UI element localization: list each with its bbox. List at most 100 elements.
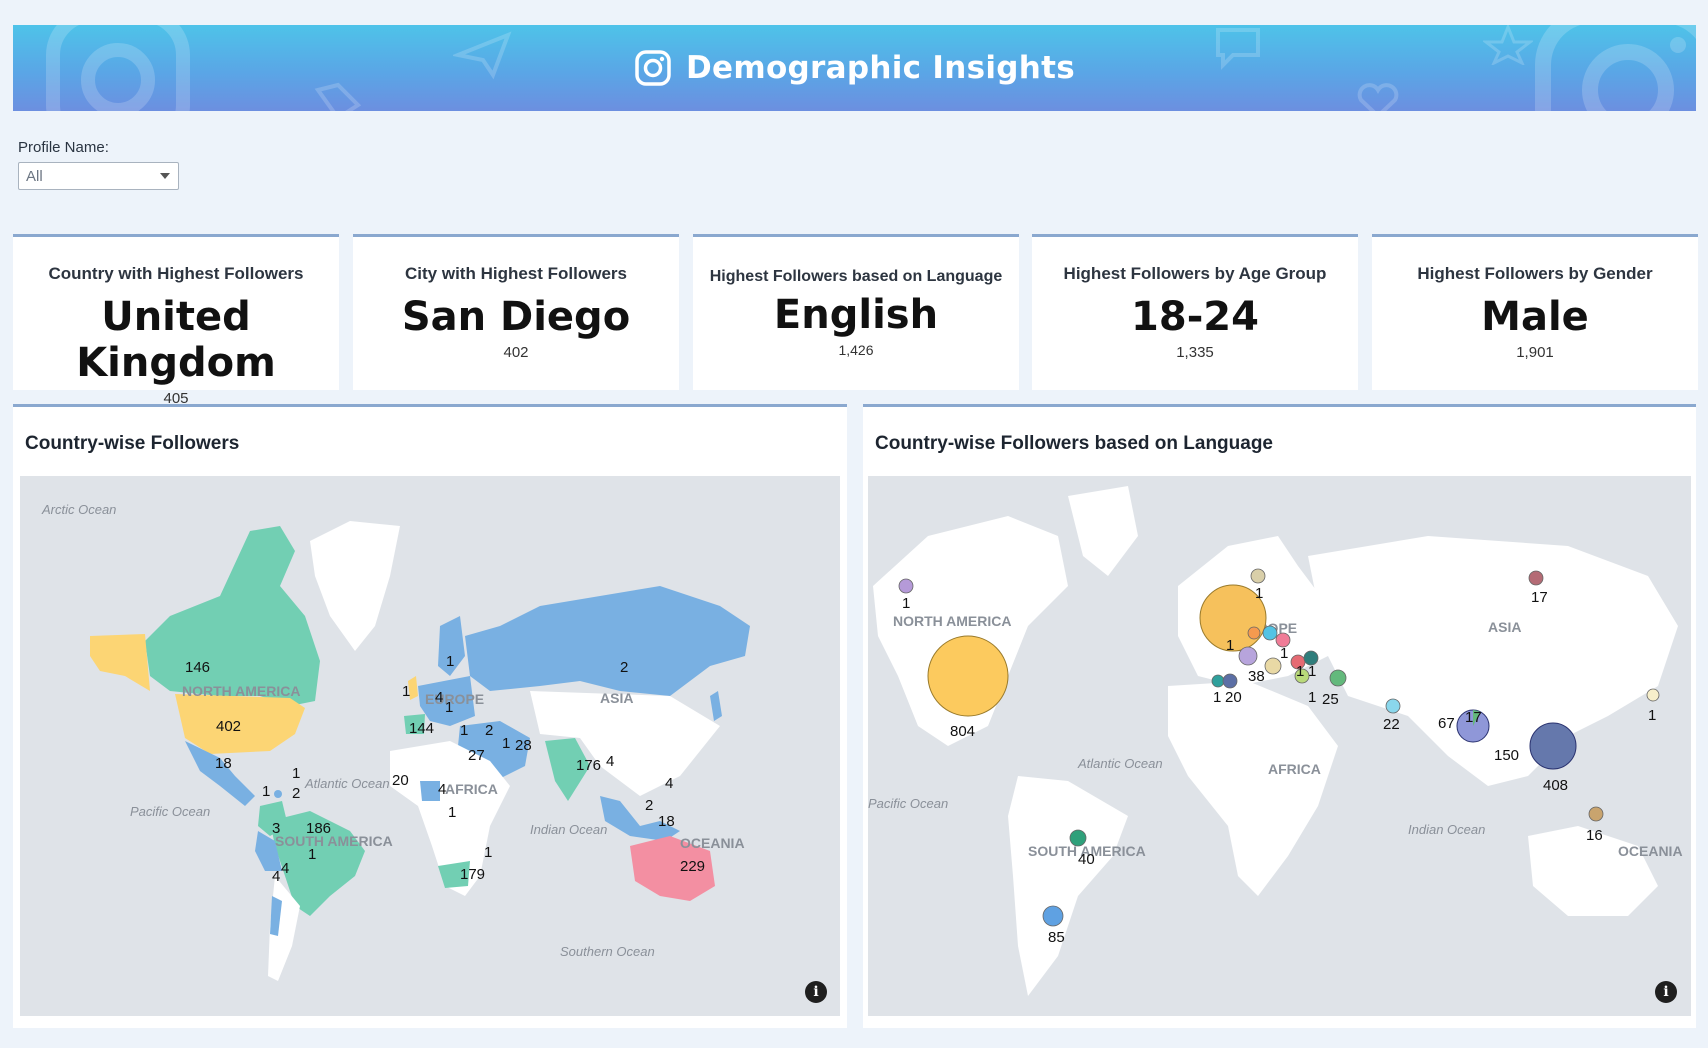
- ocean-label: Atlantic Ocean: [304, 776, 390, 791]
- map-value-label: 1: [902, 595, 910, 612]
- map-value-label: 1: [308, 846, 316, 863]
- language-bubble[interactable]: [1042, 905, 1064, 927]
- ocean-label: Indian Ocean: [1408, 822, 1485, 837]
- language-followers-map[interactable]: Atlantic Ocean Pacific Ocean Indian Ocea…: [868, 476, 1691, 1016]
- map-value-label: 20: [392, 772, 409, 789]
- language-bubble[interactable]: [1588, 806, 1604, 822]
- map-value-label: 4: [665, 775, 673, 792]
- map-value-label: 17: [1531, 589, 1548, 606]
- country-followers-map[interactable]: Arctic Ocean Pacific Ocean Atlantic Ocea…: [20, 476, 840, 1016]
- land-africa: [1168, 681, 1338, 896]
- map-value-label: 1: [1308, 689, 1316, 706]
- tag-decor-icon: [314, 82, 362, 111]
- language-bubble[interactable]: [1646, 688, 1660, 702]
- language-followers-panel: Country-wise Followers based on Language…: [863, 404, 1696, 1028]
- map-value-label: 229: [680, 858, 705, 875]
- continent-label: NORTH AMERICA: [182, 683, 300, 699]
- map-value-label: 38: [1248, 668, 1265, 685]
- kpi-card-language: Highest Followers based on Language Engl…: [693, 234, 1019, 390]
- map-value-label: 4: [438, 781, 446, 798]
- kpi-card-gender: Highest Followers by Gender Male 1,901: [1372, 234, 1698, 390]
- map-value-label: 144: [409, 720, 434, 737]
- map-value-label: 40: [1078, 851, 1095, 868]
- heart-decor-icon: [1357, 83, 1399, 111]
- map-value-label: 1: [1296, 663, 1304, 680]
- kpi-count: 402: [503, 344, 529, 361]
- map-value-label: 27: [468, 747, 485, 764]
- kpi-title: Country with Highest Followers: [48, 264, 304, 283]
- kpi-title: Highest Followers based on Language: [709, 268, 1003, 285]
- map-value-label: 67: [1438, 715, 1455, 732]
- map-value-label: 4: [435, 689, 443, 706]
- land-asia: [1308, 536, 1678, 786]
- language-bubble[interactable]: [1222, 673, 1238, 689]
- state-alaska: [90, 634, 150, 691]
- language-bubble[interactable]: [927, 635, 1009, 717]
- info-icon[interactable]: i: [805, 981, 827, 1003]
- profile-name-selected-value: All: [26, 167, 43, 185]
- header-title-group: Demographic Insights: [634, 49, 1075, 87]
- country-followers-panel: Country-wise Followers Arctic Ocean Paci…: [13, 404, 847, 1028]
- map-value-label: 1: [484, 844, 492, 861]
- ocean-label: Southern Ocean: [560, 944, 655, 959]
- profile-name-select[interactable]: All: [18, 162, 179, 190]
- panel-title: Country-wise Followers: [25, 433, 240, 454]
- info-icon[interactable]: i: [1655, 981, 1677, 1003]
- country-nigeria: [420, 781, 440, 801]
- map-value-label: 1: [292, 765, 300, 782]
- map-value-label: 408: [1543, 777, 1568, 794]
- continent-label: ASIA: [600, 690, 633, 706]
- kpi-card-city: City with Highest Followers San Diego 40…: [353, 234, 679, 390]
- land-south-america: [1008, 776, 1128, 996]
- continent-label: ASIA: [1488, 619, 1521, 635]
- language-bubble[interactable]: [1329, 669, 1347, 687]
- ocean-label: Indian Ocean: [530, 822, 607, 837]
- map-value-label: 2: [292, 785, 300, 802]
- map-value-label: 1: [1280, 645, 1288, 662]
- map-value-label: 4: [281, 860, 289, 877]
- language-bubble[interactable]: [1262, 625, 1278, 641]
- map-value-label: 179: [460, 866, 485, 883]
- map-value-label: 28: [515, 737, 532, 754]
- map-value-label: 1: [460, 722, 468, 739]
- star-decor-icon: [1483, 25, 1533, 65]
- language-bubble[interactable]: [1247, 626, 1261, 640]
- language-bubble[interactable]: [1238, 646, 1258, 666]
- chevron-down-icon[interactable]: [160, 173, 170, 179]
- map-value-label: 402: [216, 718, 241, 735]
- map-value-label: 22: [1383, 716, 1400, 733]
- map-value-label: 804: [950, 723, 975, 740]
- continent-label: EUROPE: [425, 691, 484, 707]
- language-bubble[interactable]: [1211, 674, 1225, 688]
- language-bubble[interactable]: [1528, 570, 1544, 586]
- ocean-label: Arctic Ocean: [41, 502, 116, 517]
- kpi-count: 1,901: [1516, 344, 1554, 361]
- language-bubble[interactable]: [1529, 722, 1577, 770]
- ocean-label: Pacific Ocean: [868, 796, 948, 811]
- map-value-label: 176: [576, 757, 601, 774]
- continent-label: OCEANIA: [680, 835, 745, 851]
- language-bubble[interactable]: [898, 578, 914, 594]
- map-value-label: 2: [620, 659, 628, 676]
- kpi-value: English: [773, 292, 939, 338]
- page-title: Demographic Insights: [685, 50, 1076, 86]
- map-value-label: 1: [1648, 707, 1656, 724]
- ocean-label: Atlantic Ocean: [1077, 756, 1163, 771]
- map-value-label: 4: [606, 753, 614, 770]
- language-bubble[interactable]: [1264, 657, 1282, 675]
- map-value-label: 1: [262, 783, 270, 800]
- kpi-value: Male: [1481, 294, 1589, 340]
- map-value-label: 146: [185, 659, 210, 676]
- map-value-label: 1: [445, 699, 453, 716]
- map-value-label: 85: [1048, 929, 1065, 946]
- map-value-label: 3: [272, 820, 280, 837]
- language-bubble[interactable]: [1069, 829, 1087, 847]
- profile-name-label: Profile Name:: [18, 139, 109, 156]
- language-bubble[interactable]: [1385, 698, 1401, 714]
- map-value-label: 1: [1213, 689, 1221, 706]
- language-bubble[interactable]: [1250, 568, 1266, 584]
- header-banner: Demographic Insights: [13, 25, 1696, 111]
- map-value-label: 16: [1586, 827, 1603, 844]
- kpi-card-age-group: Highest Followers by Age Group 18-24 1,3…: [1032, 234, 1358, 390]
- country-russia: [465, 586, 750, 696]
